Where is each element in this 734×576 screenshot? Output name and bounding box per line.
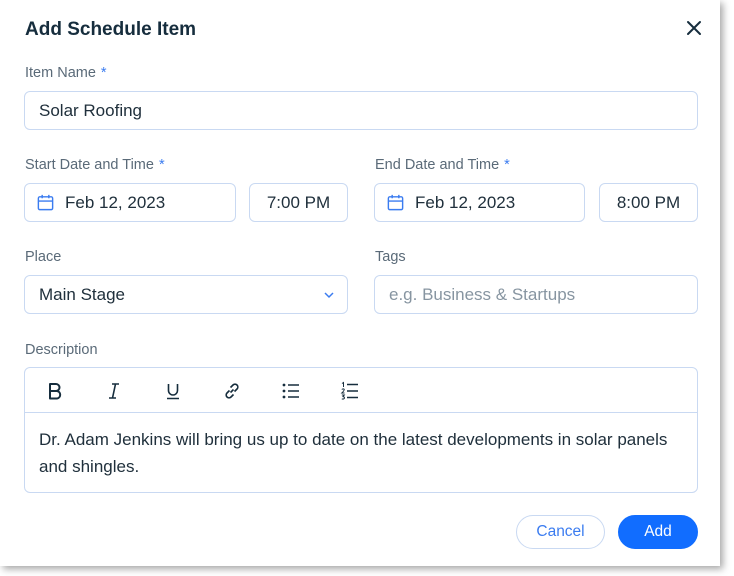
dialog-title: Add Schedule Item: [25, 19, 197, 40]
item-name-label-text: Item Name: [25, 65, 96, 81]
end-date-value: Feb 12, 2023: [415, 192, 516, 212]
tags-label: Tags: [375, 249, 406, 265]
end-time-picker[interactable]: 8:00 PM: [599, 183, 698, 222]
bulleted-list-icon[interactable]: [280, 380, 302, 402]
item-name-input[interactable]: Solar Roofing: [24, 91, 698, 130]
start-label-text: Start Date and Time: [25, 157, 154, 173]
required-mark: *: [158, 157, 165, 173]
start-date-picker[interactable]: Feb 12, 2023: [24, 183, 236, 222]
place-label: Place: [25, 249, 62, 265]
add-button[interactable]: Add: [618, 515, 698, 549]
start-time-picker[interactable]: 7:00 PM: [249, 183, 348, 222]
end-date-picker[interactable]: Feb 12, 2023: [374, 183, 585, 222]
description-editor[interactable]: Dr. Adam Jenkins will bring us up to dat…: [24, 367, 698, 493]
required-mark: *: [100, 65, 107, 81]
start-date-value: Feb 12, 2023: [65, 192, 166, 212]
italic-icon[interactable]: [103, 380, 125, 402]
link-icon[interactable]: [221, 380, 243, 402]
calendar-icon: [387, 194, 404, 211]
rich-text-toolbar: [25, 368, 697, 413]
end-time-value: 8:00 PM: [616, 192, 681, 212]
end-date-time-label: End Date and Time *: [375, 157, 510, 173]
place-value: Main Stage: [39, 284, 125, 304]
description-label: Description: [25, 342, 98, 358]
cancel-button[interactable]: Cancel: [516, 515, 605, 549]
numbered-list-icon[interactable]: [339, 380, 361, 402]
start-date-time-label: Start Date and Time *: [25, 157, 165, 173]
description-text[interactable]: Dr. Adam Jenkins will bring us up to dat…: [39, 426, 679, 480]
tags-input[interactable]: e.g. Business & Startups: [374, 275, 698, 314]
close-icon[interactable]: [684, 18, 704, 38]
chevron-down-icon: [324, 292, 334, 299]
item-name-label: Item Name *: [25, 65, 107, 81]
end-label-text: End Date and Time: [375, 157, 500, 173]
place-select[interactable]: Main Stage: [24, 275, 348, 314]
underline-icon[interactable]: [162, 380, 184, 402]
item-name-value: Solar Roofing: [39, 100, 143, 120]
calendar-icon: [37, 194, 54, 211]
add-schedule-item-dialog: Add Schedule Item Item Name * Solar Roofi…: [0, 0, 720, 566]
tags-placeholder: e.g. Business & Startups: [389, 284, 576, 304]
start-time-value: 7:00 PM: [266, 192, 331, 212]
required-mark: *: [504, 157, 510, 173]
bold-icon[interactable]: [44, 380, 66, 402]
